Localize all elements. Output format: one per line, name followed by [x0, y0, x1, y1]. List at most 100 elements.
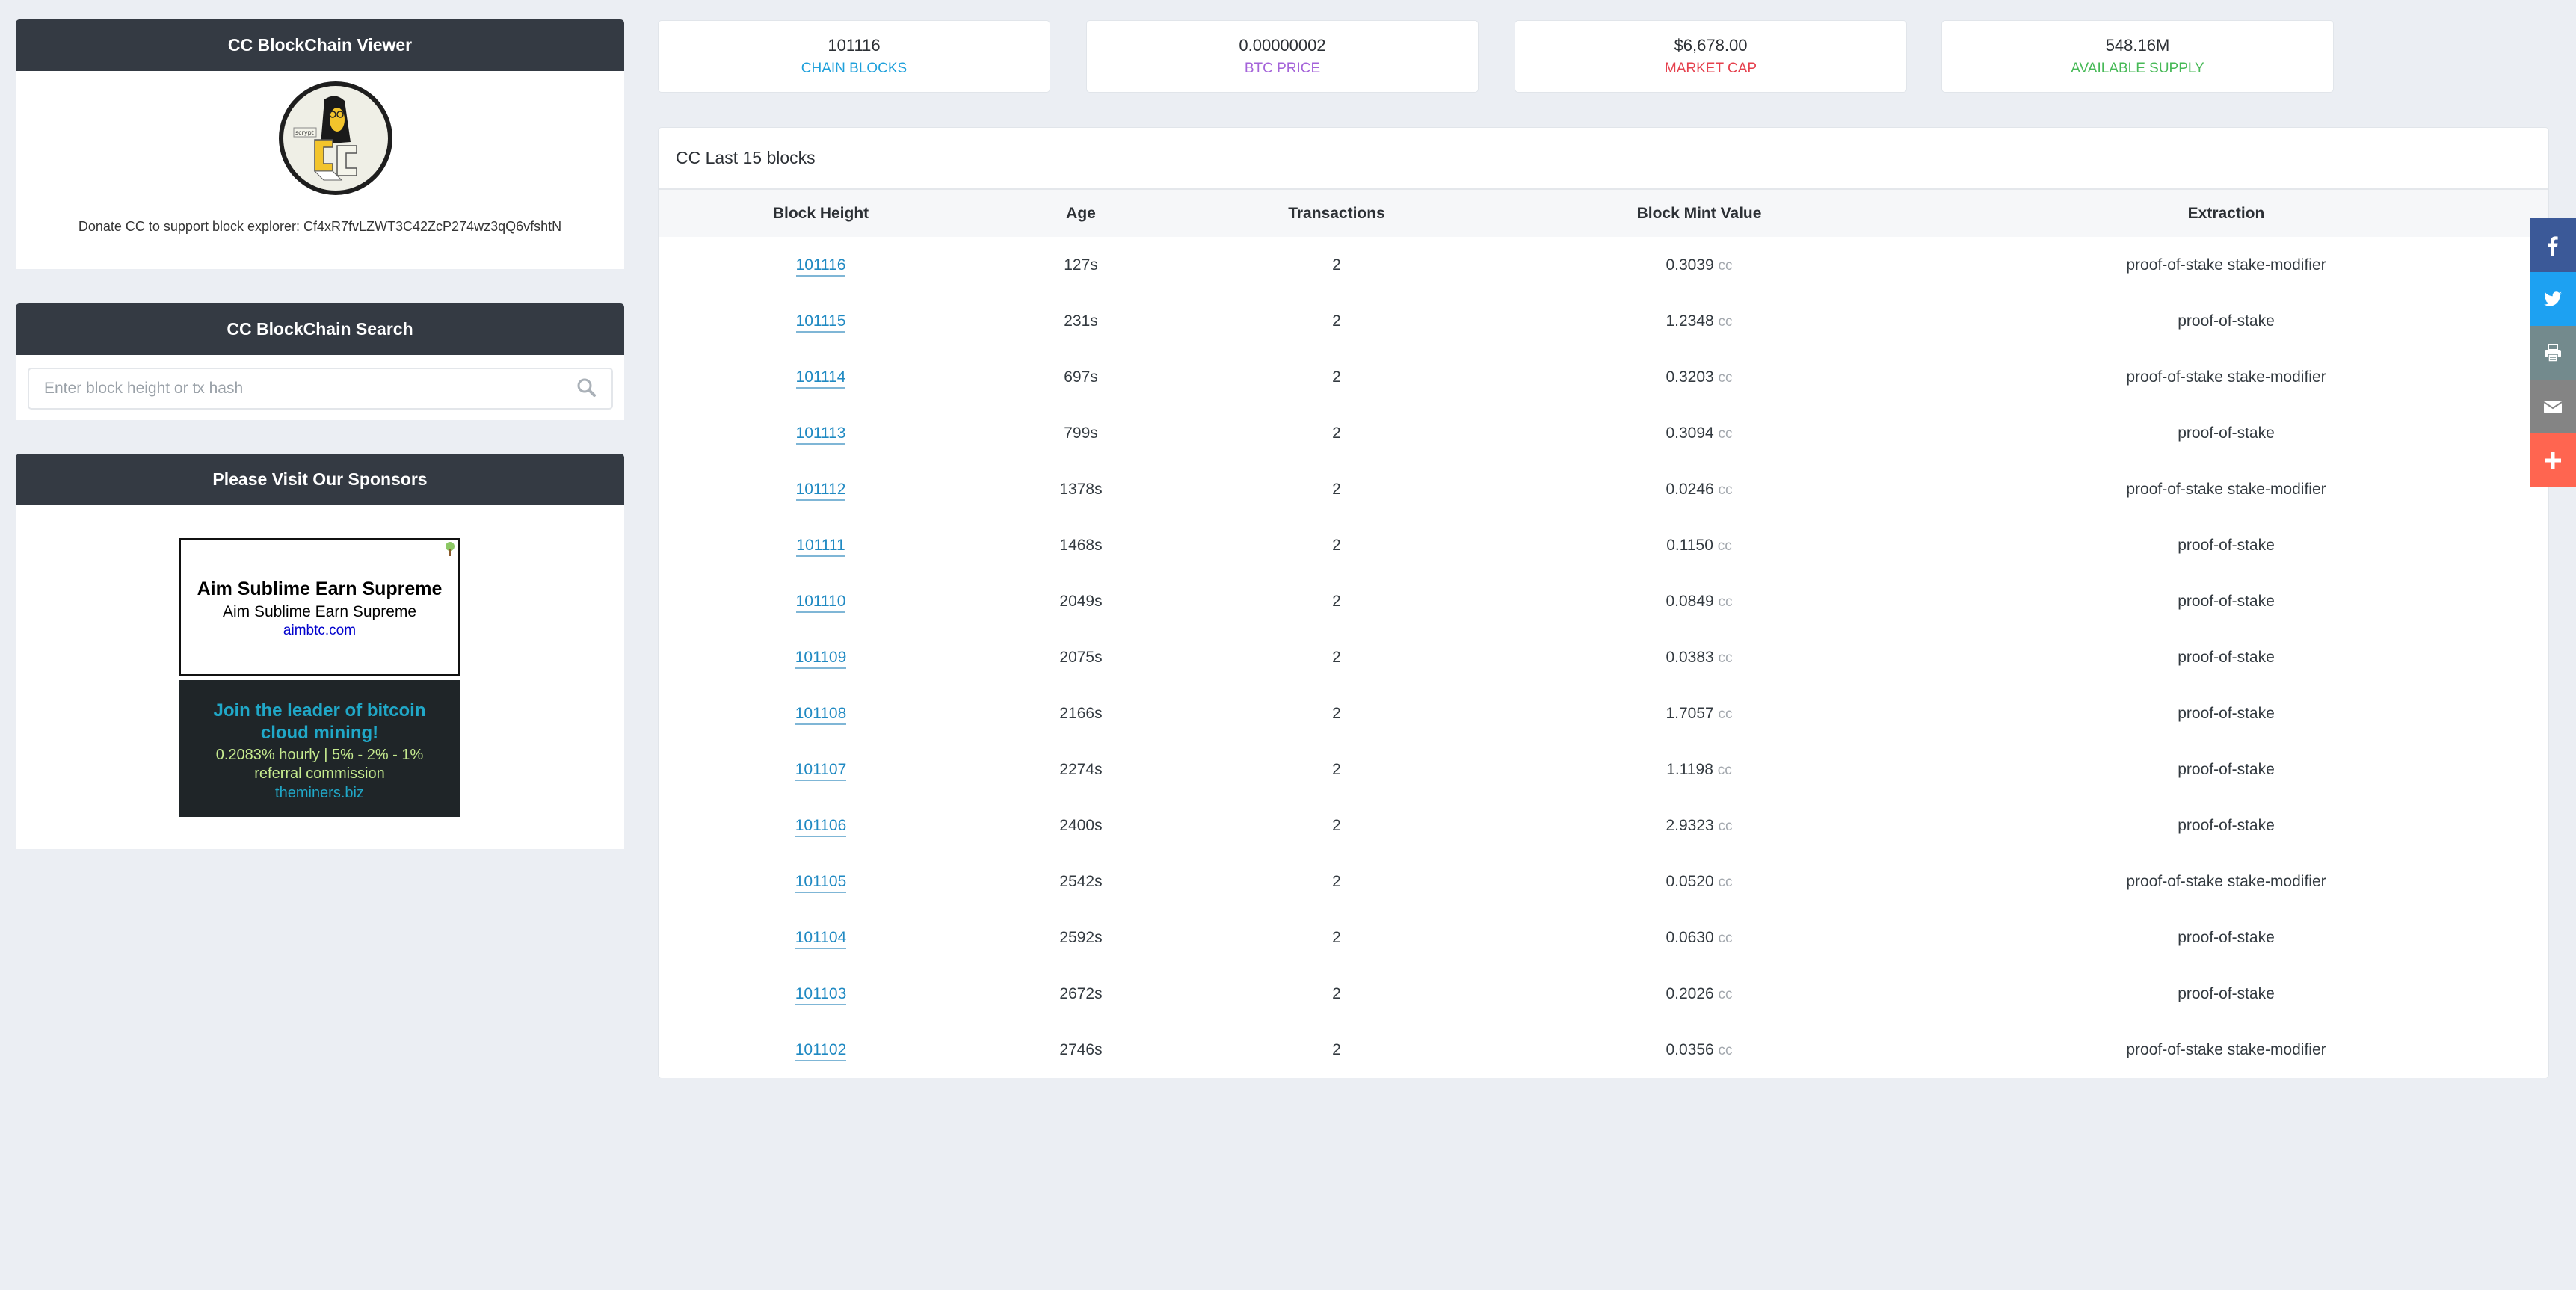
mint-unit: cc [1718, 874, 1733, 890]
extraction-cell: proof-of-stake [2178, 648, 2275, 666]
mint-unit: cc [1718, 369, 1733, 386]
block-height-link[interactable]: 101116 [795, 256, 846, 277]
mint-value: 0.3203 [1666, 368, 1714, 386]
block-height-link[interactable]: 101103 [795, 984, 847, 1005]
search-icon[interactable] [576, 377, 597, 401]
mint-value: 0.0383 [1666, 648, 1714, 666]
ad-url[interactable]: aimbtc.com [181, 623, 458, 639]
block-height-link[interactable]: 101106 [795, 816, 847, 837]
block-height-link[interactable]: 101112 [795, 480, 846, 501]
transactions-cell: 2 [1332, 480, 1341, 498]
mint-value-cell: 0.0356 cc [1494, 1022, 1904, 1078]
print-icon [2545, 344, 2561, 362]
block-height-link[interactable]: 101113 [795, 424, 846, 445]
block-height-link[interactable]: 101105 [795, 872, 847, 893]
table-row: 101107 2274s 2 1.1198 cc proof-of-stake [659, 741, 2548, 797]
mint-value-cell: 0.3203 cc [1494, 349, 1904, 405]
column-header-transactions[interactable]: Transactions [1179, 190, 1494, 237]
viewer-panel-title: CC BlockChain Viewer [16, 19, 624, 71]
table-row: 101111 1468s 2 0.1150 cc proof-of-stake [659, 517, 2548, 573]
age-cell: 127s [1064, 256, 1098, 274]
column-header-extraction[interactable]: Extraction [1904, 190, 2548, 237]
sponsor-ad-theminers[interactable]: Join the leader of bitcoin cloud mining!… [179, 680, 460, 817]
ad-subline: 0.2083% hourly | 5% - 2% - 1% referral c… [215, 747, 424, 782]
more-share-button[interactable] [2530, 433, 2576, 487]
cc-logo: scrypt [279, 81, 392, 195]
column-header-block-mint-value[interactable]: Block Mint Value [1494, 190, 1904, 237]
age-cell: 2672s [1059, 984, 1103, 1002]
extraction-cell: proof-of-stake [2178, 536, 2275, 554]
blocks-table-body: 101116 127s 2 0.3039 cc proof-of-stake stake… [659, 237, 2548, 1078]
block-height-cell: 101116 [659, 237, 983, 293]
mint-unit: cc [1718, 818, 1733, 834]
mint-value: 0.0356 [1666, 1040, 1714, 1058]
extraction-cell: proof-of-stake [2178, 424, 2275, 442]
table-row: 101114 697s 2 0.3203 cc proof-of-stake stake… [659, 349, 2548, 405]
column-header-age[interactable]: Age [983, 190, 1179, 237]
sponsor-ad-aimbtc[interactable]: Aim Sublime Earn Supreme Aim Sublime Ear… [179, 538, 460, 676]
transactions-cell: 2 [1332, 592, 1341, 610]
share-bar [2530, 218, 2576, 487]
mint-unit: cc [1718, 313, 1733, 330]
age-cell: 2075s [1059, 648, 1103, 666]
extraction-cell: proof-of-stake stake-modifier [2126, 480, 2326, 498]
transactions-cell: 2 [1332, 648, 1341, 666]
sponsors-panel-title: Please Visit Our Sponsors [16, 454, 624, 505]
ad-url[interactable]: theminers.biz [179, 783, 460, 803]
blocks-panel: CC Last 15 blocks Block Height Age Trans… [658, 127, 2549, 1078]
table-row: 101108 2166s 2 1.7057 cc proof-of-stake [659, 685, 2548, 741]
mint-value-cell: 0.2026 cc [1494, 966, 1904, 1022]
mint-value: 1.2348 [1666, 312, 1714, 330]
block-height-link[interactable]: 101108 [795, 704, 847, 725]
age-cell: 799s [1064, 424, 1098, 442]
facebook-share-button[interactable] [2530, 218, 2576, 272]
block-height-cell: 101115 [659, 293, 983, 349]
mint-value-cell: 1.7057 cc [1494, 685, 1904, 741]
donate-text: Donate CC to support block explorer: Cf4… [78, 219, 562, 234]
age-cell: 697s [1064, 368, 1098, 386]
search-input[interactable] [44, 380, 576, 398]
block-height-link[interactable]: 101114 [795, 368, 846, 389]
stat-label: MARKET CAP [1664, 61, 1757, 76]
mint-value-cell: 0.0630 cc [1494, 910, 1904, 966]
table-row: 101116 127s 2 0.3039 cc proof-of-stake stake… [659, 237, 2548, 293]
twitter-share-button[interactable] [2530, 272, 2576, 326]
stat-value: $6,678.00 [1674, 36, 1748, 55]
transactions-cell: 2 [1332, 256, 1341, 274]
mint-value: 0.0849 [1666, 592, 1714, 610]
transactions-cell: 2 [1332, 760, 1341, 778]
age-cell: 2049s [1059, 592, 1103, 610]
mint-unit: cc [1718, 1042, 1733, 1058]
search-panel-title: CC BlockChain Search [16, 303, 624, 355]
extraction-cell: proof-of-stake [2178, 704, 2275, 722]
mint-value: 0.3094 [1666, 424, 1714, 442]
table-row: 101104 2592s 2 0.0630 cc proof-of-stake [659, 910, 2548, 966]
plus-icon [2545, 452, 2561, 469]
block-height-link[interactable]: 101111 [796, 536, 845, 557]
transactions-cell: 2 [1332, 312, 1341, 330]
mint-value: 1.7057 [1666, 704, 1714, 722]
block-height-cell: 101107 [659, 741, 983, 797]
block-height-link[interactable]: 101109 [795, 648, 847, 669]
transactions-cell: 2 [1332, 816, 1341, 834]
table-row: 101112 1378s 2 0.0246 cc proof-of-stake stak… [659, 461, 2548, 517]
extraction-cell: proof-of-stake stake-modifier [2126, 872, 2326, 890]
table-row: 101102 2746s 2 0.0356 cc proof-of-stake stak… [659, 1022, 2548, 1078]
ad-headline: Aim Sublime Earn Supreme [197, 578, 443, 599]
block-height-link[interactable]: 101110 [795, 592, 846, 613]
block-height-link[interactable]: 101115 [795, 312, 846, 333]
block-height-link[interactable]: 101102 [795, 1040, 847, 1061]
column-header-block-height[interactable]: Block Height [659, 190, 983, 237]
age-cell: 1378s [1059, 480, 1103, 498]
email-share-button[interactable] [2530, 380, 2576, 433]
block-height-link[interactable]: 101104 [795, 928, 847, 949]
age-cell: 2592s [1059, 928, 1103, 946]
print-button[interactable] [2530, 326, 2576, 380]
mint-value: 0.0630 [1666, 928, 1714, 946]
block-height-link[interactable]: 101107 [795, 760, 847, 781]
viewer-panel: CC BlockChain Viewer scrypt Donate CC to… [16, 19, 624, 269]
age-cell: 2274s [1059, 760, 1103, 778]
stat-value: 101116 [828, 36, 881, 55]
email-icon [2543, 401, 2563, 413]
mint-value: 0.3039 [1666, 256, 1714, 274]
